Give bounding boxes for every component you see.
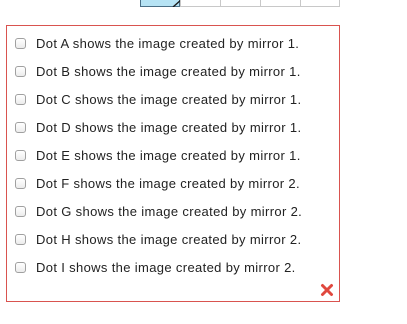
option-dot-b[interactable]: Dot B shows the image created by mirror … bbox=[7, 58, 339, 86]
checkbox[interactable] bbox=[15, 177, 26, 189]
option-dot-i[interactable]: Dot I shows the image created by mirror … bbox=[7, 253, 339, 281]
option-label: Dot F shows the image created by mirror … bbox=[36, 175, 300, 191]
grid-cell bbox=[220, 0, 260, 7]
grid-cell bbox=[260, 0, 300, 7]
option-dot-c[interactable]: Dot C shows the image created by mirror … bbox=[7, 86, 339, 114]
option-label: Dot B shows the image created by mirror … bbox=[36, 64, 301, 80]
highlighted-grid-cell bbox=[140, 0, 181, 7]
checkbox[interactable] bbox=[15, 261, 26, 273]
checkbox[interactable] bbox=[15, 66, 26, 78]
checkbox[interactable] bbox=[15, 38, 26, 50]
option-label: Dot A shows the image created by mirror … bbox=[36, 36, 300, 52]
option-dot-d[interactable]: Dot D shows the image created by mirror … bbox=[7, 114, 339, 142]
option-label: Dot H shows the image created by mirror … bbox=[36, 231, 302, 247]
option-label: Dot I shows the image created by mirror … bbox=[36, 259, 296, 275]
option-label: Dot D shows the image created by mirror … bbox=[36, 120, 302, 136]
option-dot-e[interactable]: Dot E shows the image created by mirror … bbox=[7, 142, 339, 170]
mirror-line-icon bbox=[172, 0, 181, 7]
answer-options-panel: Dot A shows the image created by mirror … bbox=[6, 25, 340, 302]
diagram-grid-strip bbox=[140, 0, 342, 8]
option-dot-a[interactable]: Dot A shows the image created by mirror … bbox=[7, 30, 339, 58]
incorrect-x-icon bbox=[321, 284, 333, 296]
option-dot-f[interactable]: Dot F shows the image created by mirror … bbox=[7, 169, 339, 197]
option-dot-h[interactable]: Dot H shows the image created by mirror … bbox=[7, 225, 339, 253]
checkbox[interactable] bbox=[15, 94, 26, 106]
options-list: Dot A shows the image created by mirror … bbox=[7, 30, 339, 281]
question-area: Dot A shows the image created by mirror … bbox=[0, 0, 407, 324]
option-label: Dot C shows the image created by mirror … bbox=[36, 92, 302, 108]
option-label: Dot G shows the image created by mirror … bbox=[36, 203, 303, 219]
grid-cell bbox=[180, 0, 220, 7]
checkbox[interactable] bbox=[15, 205, 26, 217]
checkbox[interactable] bbox=[15, 150, 26, 161]
option-dot-g[interactable]: Dot G shows the image created by mirror … bbox=[7, 197, 339, 225]
option-label: Dot E shows the image created by mirror … bbox=[36, 148, 301, 163]
checkbox[interactable] bbox=[15, 122, 26, 134]
grid-cell bbox=[300, 0, 340, 7]
checkbox[interactable] bbox=[15, 233, 26, 245]
